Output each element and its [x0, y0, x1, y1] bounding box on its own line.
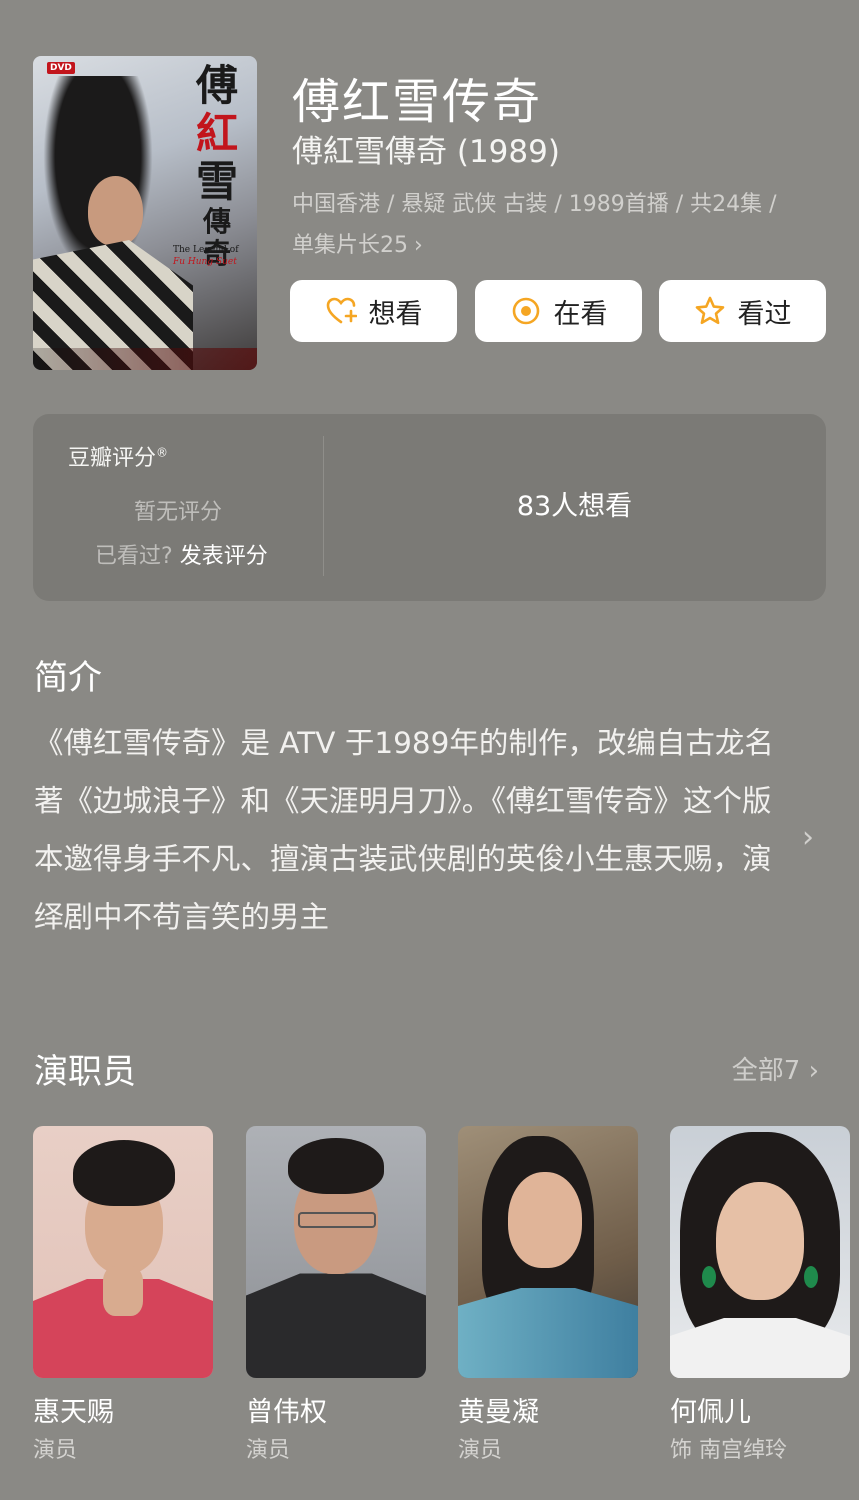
- chevron-right-icon[interactable]: ›: [802, 820, 814, 855]
- rating-card: 豆瓣评分® 暂无评分 已看过? 发表评分 83人想看: [33, 414, 826, 601]
- meta-text: 中国香港 / 悬疑 武侠 古装 / 1989首播 / 共24集 / 单集片长25: [292, 192, 777, 258]
- poster-english-title: The Legend of Fu Hung Suet: [173, 245, 239, 267]
- want-label: 想看: [368, 298, 423, 330]
- star-icon: [695, 296, 724, 325]
- cast-card[interactable]: 黄曼凝 演员: [458, 1126, 638, 1463]
- seen-prompt: 已看过?: [95, 544, 173, 569]
- cast-title: 演职员: [34, 1052, 136, 1092]
- chevron-right-icon: ›: [414, 233, 423, 258]
- poster-dvd-label: DVD: [47, 62, 75, 74]
- target-circle-icon: [512, 297, 539, 325]
- watching-button[interactable]: 在看: [475, 280, 642, 342]
- original-title: 傅紅雪傳奇 (1989): [292, 134, 560, 170]
- poster-bottom-bar: [33, 348, 257, 370]
- want-button[interactable]: 想看: [290, 280, 457, 342]
- cast-card[interactable]: 惠天赐 演员: [33, 1126, 213, 1463]
- chevron-right-icon: ›: [808, 1056, 819, 1086]
- heart-plus-icon: [326, 297, 357, 324]
- cast-role: 饰 南宫绰玲: [670, 1438, 787, 1463]
- cast-name: 何佩儿: [670, 1397, 751, 1428]
- cast-photo: [670, 1126, 850, 1378]
- intro-title: 简介: [34, 658, 102, 698]
- watched-button[interactable]: 看过: [659, 280, 826, 342]
- rating-label: 豆瓣评分®: [68, 445, 169, 471]
- cast-name: 黄曼凝: [458, 1397, 539, 1428]
- poster-image[interactable]: DVD 傅 紅 雪 傳 奇 The Legend of Fu Hung Suet: [33, 56, 257, 370]
- poster-figure-face: [88, 176, 143, 246]
- cast-role: 演员: [246, 1438, 291, 1463]
- cast-role: 演员: [33, 1438, 78, 1463]
- rating-prompt: 已看过? 发表评分: [95, 538, 268, 570]
- poster-calligraphy: 傅 紅 雪 傳 奇: [195, 61, 238, 270]
- watched-label: 看过: [737, 298, 792, 330]
- intro-text[interactable]: 《傅红雪传奇》是 ATV 于1989年的制作，改编自古龙名著《边城浪子》和《天涯…: [34, 714, 784, 946]
- cast-name: 曾伟权: [246, 1397, 327, 1428]
- want-count: 83人想看: [516, 491, 633, 522]
- cast-name: 惠天赐: [33, 1397, 114, 1428]
- no-rating-text: 暂无评分: [133, 500, 222, 525]
- cast-card[interactable]: 何佩儿 饰 南宫绰玲: [670, 1126, 850, 1463]
- meta-info[interactable]: 中国香港 / 悬疑 武侠 古装 / 1989首播 / 共24集 / 单集片长25…: [292, 184, 802, 266]
- cast-card[interactable]: 曾伟权 演员: [246, 1126, 426, 1463]
- page-title: 傅红雪传奇: [292, 74, 543, 130]
- watching-label: 在看: [553, 298, 608, 330]
- cast-role: 演员: [458, 1438, 503, 1463]
- cast-photo: [458, 1126, 638, 1378]
- cast-all-link[interactable]: 全部7 ›: [732, 1050, 819, 1087]
- rate-link[interactable]: 发表评分: [180, 544, 268, 569]
- cast-photo: [246, 1126, 426, 1378]
- cast-photo: [33, 1126, 213, 1378]
